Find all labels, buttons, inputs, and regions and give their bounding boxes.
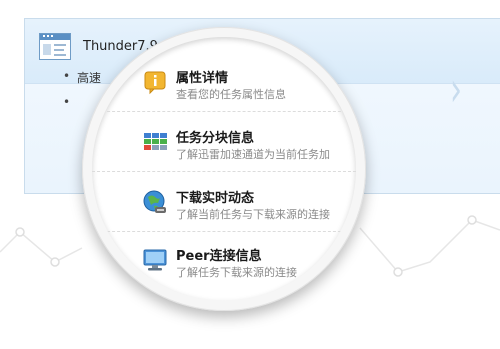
menu-item-title: 任务分块信息 [176,131,255,146]
menu-item-peer-connection[interactable]: Peer连接信息 了解任务下载来源的连接 [130,245,356,301]
monitor-icon [143,249,167,271]
blocks-icon [144,133,167,150]
list-item [64,95,81,109]
magnifier-lens: 属性详情 查看您的任务属性信息 任务分块信息 了解迅雷加速通道为当前任务加 下载… [82,27,366,311]
list-item: 高速 [63,69,101,86]
menu-item-title: 属性详情 [176,71,229,86]
menu-item-realtime-download[interactable]: 下载实时动态 了解当前任务与下载来源的连接 [130,187,356,243]
info-icon [144,71,166,95]
next-arrow-icon[interactable]: › [450,63,462,119]
magnified-menu: 属性详情 查看您的任务属性信息 任务分块信息 了解迅雷加速通道为当前任务加 下载… [92,37,356,301]
globe-icon [143,190,166,213]
divider [92,111,356,112]
menu-item-title: Peer连接信息 [176,249,262,264]
menu-item-description: 了解任务下载来源的连接 [176,266,297,279]
divider [92,231,356,232]
menu-item-properties[interactable]: 属性详情 查看您的任务属性信息 [130,67,356,123]
window-icon [39,33,71,60]
menu-item-description: 了解迅雷加速通道为当前任务加 [176,148,330,161]
divider [92,171,356,172]
menu-item-block-info[interactable]: 任务分块信息 了解迅雷加速通道为当前任务加 [130,127,356,183]
menu-item-title: 下载实时动态 [176,191,255,206]
menu-item-description: 查看您的任务属性信息 [176,88,286,101]
menu-item-description: 了解当前任务与下载来源的连接 [176,208,330,221]
